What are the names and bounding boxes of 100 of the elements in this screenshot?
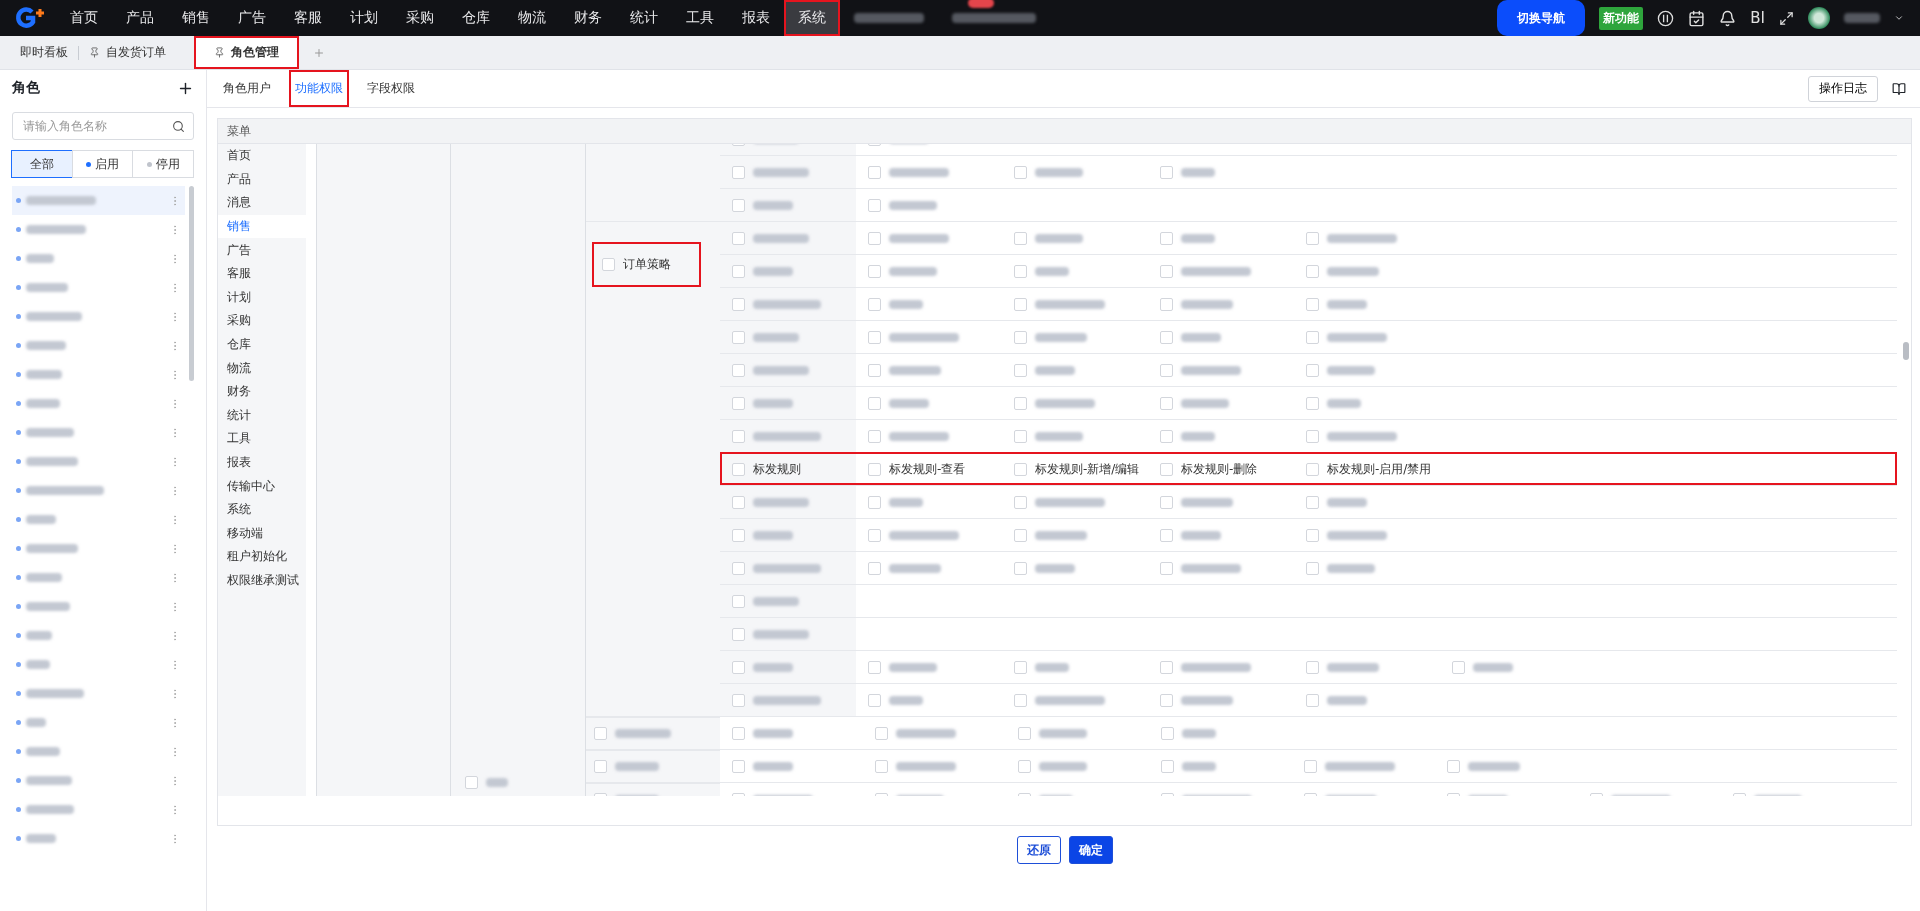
checkbox[interactable] — [1014, 165, 1027, 179]
checkbox[interactable] — [1160, 231, 1173, 245]
checkbox[interactable] — [602, 258, 615, 271]
checkbox[interactable] — [732, 693, 745, 707]
menu-item[interactable]: 传输中心 — [218, 474, 306, 498]
page-tab[interactable]: 自发货订单 — [79, 36, 176, 69]
menu-item[interactable]: 计划 — [218, 285, 306, 310]
pin-icon[interactable] — [89, 47, 100, 58]
checkbox[interactable] — [868, 660, 881, 674]
checkbox[interactable] — [868, 429, 881, 443]
menu-item[interactable]: 采购 — [218, 309, 306, 333]
checkbox[interactable] — [732, 330, 745, 344]
checkbox[interactable] — [1014, 429, 1027, 443]
checkbox[interactable] — [732, 165, 745, 179]
checkbox[interactable] — [732, 264, 745, 278]
checkbox[interactable] — [1014, 462, 1027, 476]
checkbox[interactable] — [1306, 660, 1319, 674]
filter-button[interactable]: 启用 — [71, 150, 134, 178]
checkbox[interactable] — [868, 231, 881, 245]
nav-item[interactable]: 采购 — [392, 0, 448, 36]
bi-link[interactable]: BI — [1750, 9, 1765, 27]
checkbox[interactable] — [1447, 759, 1460, 773]
checkbox[interactable] — [732, 759, 745, 773]
checkbox[interactable] — [465, 775, 478, 789]
checkbox[interactable] — [868, 693, 881, 707]
checkbox[interactable] — [868, 297, 881, 311]
checkbox[interactable] — [1014, 693, 1027, 707]
add-tab-icon[interactable] — [313, 46, 325, 59]
reset-button[interactable]: 还原 — [1016, 836, 1061, 864]
menu-item[interactable]: 仓库 — [218, 332, 306, 357]
checkbox[interactable] — [1160, 528, 1173, 542]
checkbox[interactable] — [732, 363, 745, 377]
nav-item[interactable]: 销售 — [168, 0, 224, 36]
book-icon[interactable] — [1892, 81, 1906, 96]
checkbox[interactable] — [594, 727, 607, 740]
checkbox[interactable] — [732, 495, 745, 509]
checkbox[interactable] — [1306, 231, 1319, 245]
checkbox[interactable] — [732, 660, 745, 674]
checkbox[interactable] — [1014, 660, 1027, 674]
checkbox[interactable] — [732, 462, 745, 476]
nav-item[interactable]: 计划 — [336, 0, 392, 36]
checkbox[interactable] — [1306, 693, 1319, 707]
checkbox[interactable] — [1160, 165, 1173, 179]
menu-item[interactable]: 报表 — [218, 450, 306, 475]
checkbox[interactable] — [1160, 693, 1173, 707]
checkbox[interactable] — [732, 396, 745, 410]
role-item[interactable] — [12, 186, 185, 215]
checkbox[interactable] — [732, 198, 745, 212]
checkbox[interactable] — [1014, 297, 1027, 311]
checkbox[interactable] — [1306, 297, 1319, 311]
checkbox[interactable] — [1160, 660, 1173, 674]
expand-icon[interactable] — [1779, 10, 1794, 26]
filter-button[interactable]: 停用 — [132, 150, 194, 178]
logo-icon[interactable] — [14, 7, 46, 29]
menu-item[interactable]: 首页 — [218, 144, 306, 168]
nav-item[interactable]: 系统 — [784, 0, 840, 36]
pin-icon[interactable] — [214, 47, 225, 58]
search-box[interactable]: 请输入角色名称 — [12, 112, 194, 140]
menu-item[interactable]: 统计 — [218, 403, 306, 428]
bell-icon[interactable] — [1719, 9, 1737, 27]
calendar-icon[interactable] — [1688, 9, 1706, 27]
checkbox[interactable] — [1306, 462, 1319, 476]
checkbox[interactable] — [1014, 561, 1027, 575]
sub-tab[interactable]: 角色用户 — [217, 70, 277, 107]
sub-tab[interactable]: 字段权限 — [361, 70, 421, 107]
menu-item[interactable]: 移动端 — [218, 521, 306, 546]
sub-tab[interactable]: 功能权限 — [289, 70, 349, 107]
checkbox[interactable] — [1160, 462, 1173, 476]
nav-item[interactable]: 产品 — [112, 0, 168, 36]
checkbox[interactable] — [1014, 528, 1027, 542]
checkbox[interactable] — [594, 760, 607, 773]
nav-item[interactable]: 财务 — [560, 0, 616, 36]
checkbox[interactable] — [732, 231, 745, 245]
checkbox[interactable] — [732, 528, 745, 542]
checkbox[interactable] — [732, 429, 745, 443]
checkbox[interactable] — [1160, 264, 1173, 278]
checkbox[interactable] — [732, 627, 745, 641]
nav-item[interactable]: 报表 — [728, 0, 784, 36]
page-tab[interactable]: 即时看板 — [10, 36, 78, 69]
checkbox[interactable] — [868, 264, 881, 278]
checkbox[interactable] — [1160, 429, 1173, 443]
checkbox[interactable] — [868, 396, 881, 410]
checkbox[interactable] — [868, 561, 881, 575]
checkbox[interactable] — [1160, 330, 1173, 344]
checkbox[interactable] — [1161, 759, 1174, 773]
nav-item[interactable]: 首页 — [56, 0, 112, 36]
checkbox[interactable] — [1160, 561, 1173, 575]
checkbox[interactable] — [1160, 495, 1173, 509]
search-field[interactable]: 请输入角色名称 — [21, 118, 172, 134]
menu-item[interactable]: 消息 — [218, 191, 306, 215]
checkbox[interactable] — [1306, 429, 1319, 443]
checkbox[interactable] — [1161, 726, 1174, 740]
caret-icon[interactable] — [1894, 13, 1904, 23]
nav-item[interactable]: 工具 — [672, 0, 728, 36]
nav-item[interactable]: 物流 — [504, 0, 560, 36]
menu-item[interactable]: 系统 — [218, 497, 306, 522]
checkbox[interactable] — [1306, 330, 1319, 344]
search-icon[interactable] — [172, 119, 185, 133]
checkbox[interactable] — [1306, 495, 1319, 509]
checkbox[interactable] — [868, 363, 881, 377]
